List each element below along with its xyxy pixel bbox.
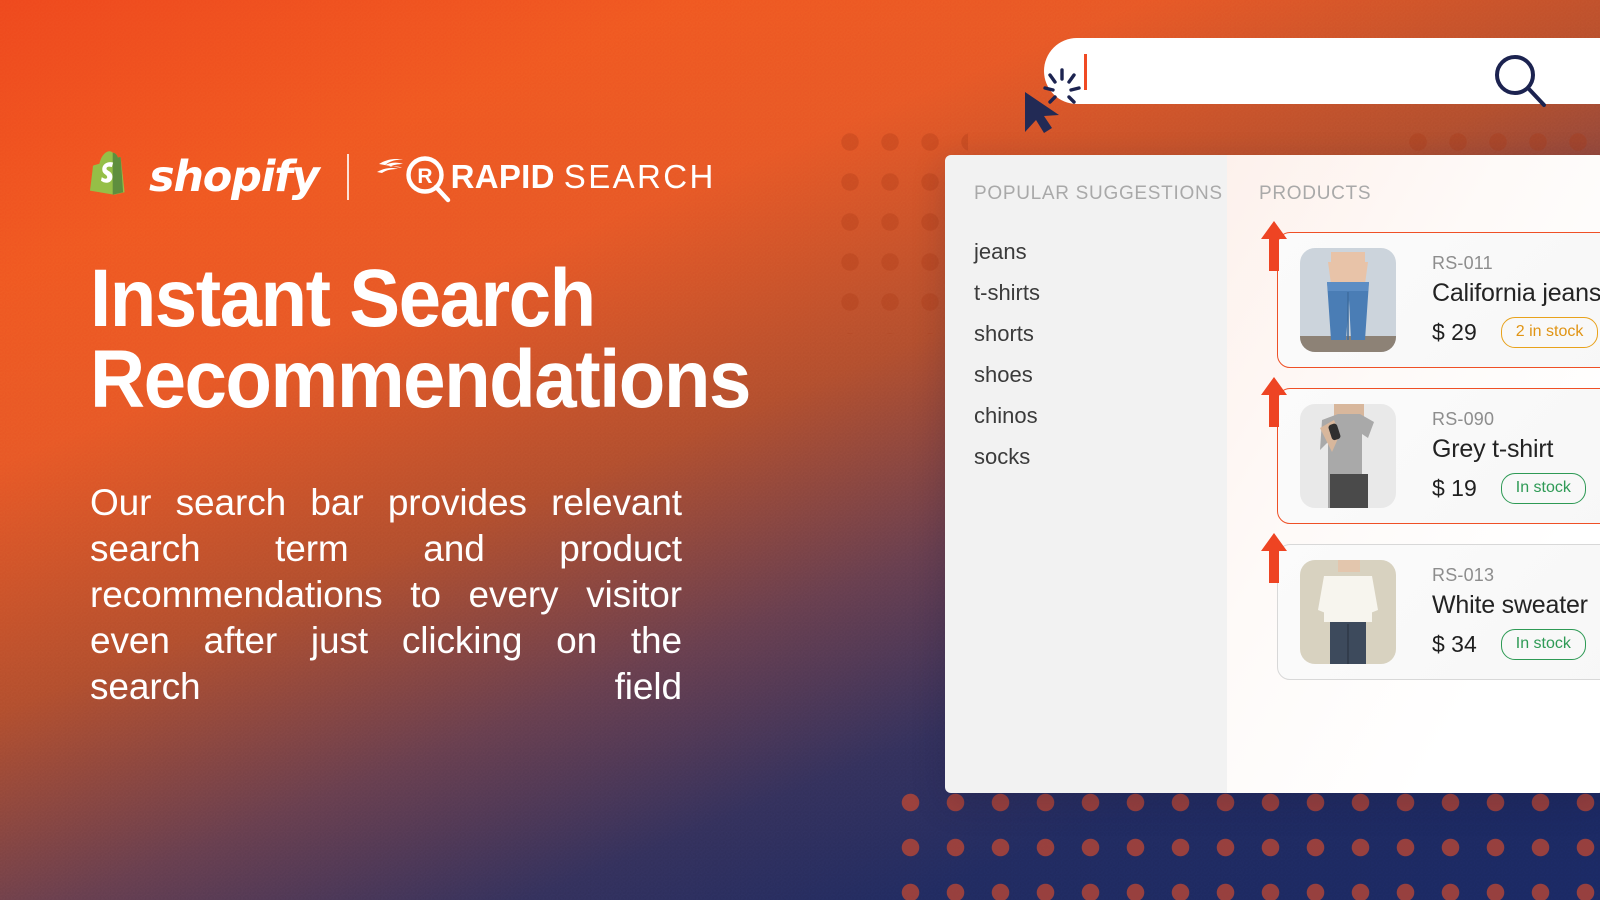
product-price: $ 19	[1432, 474, 1477, 501]
mouse-pointer-click-icon	[1025, 68, 1081, 133]
product-sku: RS-090	[1432, 408, 1495, 429]
products-title: PRODUCTS	[1259, 183, 1372, 204]
stock-badge: In stock	[1500, 472, 1586, 504]
suggestion-item[interactable]: t-shirts	[974, 273, 1227, 314]
shopify-bag-icon	[90, 151, 125, 195]
product-card[interactable]: RS-011 California jeans $ 29 2 in stock	[1261, 221, 1600, 368]
product-thumb-sweater	[1300, 560, 1396, 664]
product-name: Grey t-shirt	[1432, 434, 1554, 463]
product-info: RS-013 White sweater $ 34 In stock	[1432, 565, 1588, 660]
hero-description: Our search bar provides relevant search …	[90, 482, 682, 707]
product-price-row: $ 19 In stock	[1432, 472, 1586, 504]
products-column: PRODUCTS RS-011 California jeans $ 29 2 …	[1227, 155, 1600, 793]
search-suggestions-panel: POPULAR SUGGESTIONS jeans t-shirts short…	[945, 155, 1600, 793]
svg-text:R: R	[417, 165, 432, 188]
product-info: RS-090 Grey t-shirt $ 19 In stock	[1432, 409, 1586, 504]
search-icon[interactable]	[1492, 52, 1548, 108]
rapid-magnifier-r-icon: R	[376, 156, 450, 203]
poster-canvas: shopify R RAPID SEARCH Instant Search Re…	[0, 0, 1600, 900]
product-price: $ 29	[1432, 318, 1477, 345]
highlight-arrow-icon	[1261, 533, 1287, 583]
rapid-wordmark: RAPID	[450, 158, 555, 195]
product-sku: RS-013	[1432, 564, 1495, 585]
suggestion-item[interactable]: shorts	[974, 314, 1227, 355]
stock-badge: In stock	[1500, 628, 1586, 660]
product-card[interactable]: RS-013 White sweater $ 34 In stock	[1261, 533, 1600, 680]
rapid-search-logo: R RAPID SEARCH	[376, 150, 716, 204]
highlight-arrow-icon	[1261, 377, 1287, 427]
text-caret	[1084, 54, 1087, 90]
shopify-wordmark: shopify	[149, 152, 320, 202]
product-thumb-tshirt	[1300, 404, 1396, 508]
product-name: California jeans	[1432, 278, 1600, 307]
search-wordmark: SEARCH	[563, 158, 716, 195]
product-thumb-jeans	[1300, 248, 1396, 352]
highlight-arrow-icon	[1261, 221, 1287, 271]
product-price-row: $ 29 2 in stock	[1432, 316, 1600, 348]
popular-suggestions-title: POPULAR SUGGESTIONS	[974, 183, 1223, 204]
popular-suggestions-column: POPULAR SUGGESTIONS jeans t-shirts short…	[945, 155, 1227, 793]
dot-pattern-top-right	[1388, 112, 1600, 154]
popular-suggestions-list: jeans t-shirts shorts shoes chinos socks	[974, 232, 1227, 478]
product-name: White sweater	[1432, 590, 1588, 619]
search-input[interactable]	[1044, 38, 1600, 107]
page-title: Instant Search Recommendations	[90, 253, 751, 426]
product-card[interactable]: RS-090 Grey t-shirt $ 19 In stock	[1261, 377, 1600, 524]
suggestion-item[interactable]: shoes	[974, 355, 1227, 396]
product-info: RS-011 California jeans $ 29 2 in stock	[1432, 253, 1600, 348]
stock-badge: 2 in stock	[1500, 316, 1599, 348]
product-price-row: $ 34 In stock	[1432, 628, 1588, 660]
product-price: $ 34	[1432, 630, 1477, 657]
suggestion-item[interactable]: chinos	[974, 396, 1227, 437]
suggestion-item[interactable]: socks	[974, 437, 1227, 478]
brand-lockup: shopify R RAPID SEARCH	[90, 146, 716, 208]
suggestion-item[interactable]: jeans	[974, 232, 1227, 273]
shopify-logo: shopify	[90, 151, 320, 203]
product-sku: RS-011	[1432, 252, 1493, 273]
brand-divider	[346, 154, 349, 200]
